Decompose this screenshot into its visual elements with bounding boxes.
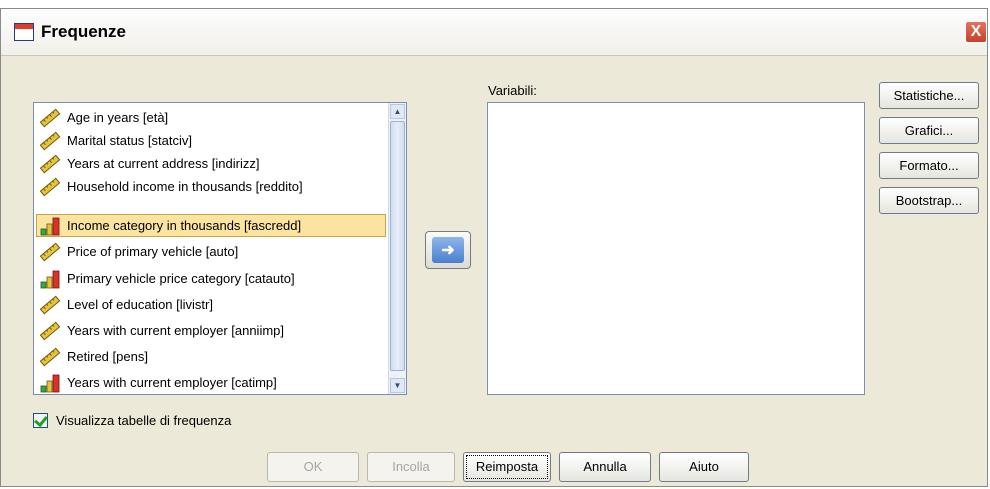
move-to-variables-button[interactable]: ➜: [425, 231, 471, 269]
close-button[interactable]: X: [965, 21, 987, 43]
frequenze-dialog: Frequenze X Age in years [età] Marital s…: [0, 8, 988, 487]
list-item[interactable]: Years with current employer [anniimp]: [36, 319, 386, 342]
scale-ruler-icon: [39, 131, 61, 150]
scale-ruler-icon: [39, 154, 61, 173]
list-item-label: Retired [pens]: [67, 349, 148, 364]
scroll-thumb[interactable]: [390, 121, 405, 371]
statistics-button[interactable]: Statistiche...: [879, 82, 979, 109]
list-item[interactable]: Level of education [livistr]: [36, 293, 386, 316]
list-item-label: Price of primary vehicle [auto]: [67, 244, 239, 259]
display-tables-label: Visualizza tabelle di frequenza: [56, 413, 232, 428]
list-item-label: Years with current employer [catimp]: [67, 375, 277, 390]
list-item[interactable]: Retired [pens]: [36, 345, 386, 368]
ordinal-bar-icon: [40, 270, 60, 288]
list-item[interactable]: Household income in thousands [reddito]: [36, 175, 386, 198]
list-item[interactable]: Age in years [età]: [36, 106, 386, 129]
scale-ruler-icon: [39, 295, 61, 314]
list-item[interactable]: Price of primary vehicle [auto]: [36, 240, 386, 263]
scroll-up-icon[interactable]: ▲: [390, 104, 405, 119]
table-app-icon: [14, 23, 34, 41]
dialog-title: Frequenze: [41, 22, 127, 41]
scale-ruler-icon: [39, 242, 61, 261]
list-item-selected[interactable]: Income category in thousands [fascredd]: [36, 214, 386, 237]
bootstrap-button[interactable]: Bootstrap...: [879, 187, 979, 214]
title-bar[interactable]: Frequenze X: [1, 9, 987, 56]
ordinal-bar-icon: [40, 374, 60, 392]
list-item-label: Primary vehicle price category [catauto]: [67, 271, 295, 286]
help-button[interactable]: Aiuto: [659, 452, 749, 482]
source-variable-list[interactable]: Age in years [età] Marital status [statc…: [33, 102, 407, 395]
list-item-label: Years at current address [indirizz]: [67, 156, 260, 171]
list-item-label: Marital status [statciv]: [67, 133, 192, 148]
format-button[interactable]: Formato...: [879, 152, 979, 179]
variables-list[interactable]: [487, 102, 865, 395]
paste-button[interactable]: Incolla: [367, 452, 455, 482]
list-item[interactable]: Marital status [statciv]: [36, 129, 386, 152]
arrow-right-icon: ➜: [432, 237, 464, 263]
scale-ruler-icon: [39, 177, 61, 196]
charts-button[interactable]: Grafici...: [879, 117, 979, 144]
cancel-button[interactable]: Annulla: [559, 452, 651, 482]
list-scrollbar[interactable]: ▲ ▼: [388, 103, 406, 394]
variables-label: Variabili:: [488, 83, 537, 98]
reset-button[interactable]: Reimposta: [463, 452, 551, 482]
list-item[interactable]: Years at current address [indirizz]: [36, 152, 386, 175]
scale-ruler-icon: [39, 108, 61, 127]
list-item-label: Years with current employer [anniimp]: [67, 323, 285, 338]
display-tables-option[interactable]: Visualizza tabelle di frequenza: [33, 413, 231, 428]
list-item-label: Age in years [età]: [67, 110, 169, 125]
list-item-label: Income category in thousands [fascredd]: [67, 218, 302, 233]
scale-ruler-icon: [39, 347, 61, 366]
scale-ruler-icon: [39, 321, 61, 340]
ordinal-bar-icon: [40, 217, 60, 235]
display-tables-checkbox[interactable]: [33, 413, 48, 428]
scroll-down-icon[interactable]: ▼: [390, 378, 405, 393]
list-item-label: Level of education [livistr]: [67, 297, 213, 312]
list-item[interactable]: Years with current employer [catimp]: [36, 371, 386, 394]
list-item-label: Household income in thousands [reddito]: [67, 179, 303, 194]
list-item[interactable]: Primary vehicle price category [catauto]: [36, 267, 386, 290]
ok-button[interactable]: OK: [267, 452, 359, 482]
